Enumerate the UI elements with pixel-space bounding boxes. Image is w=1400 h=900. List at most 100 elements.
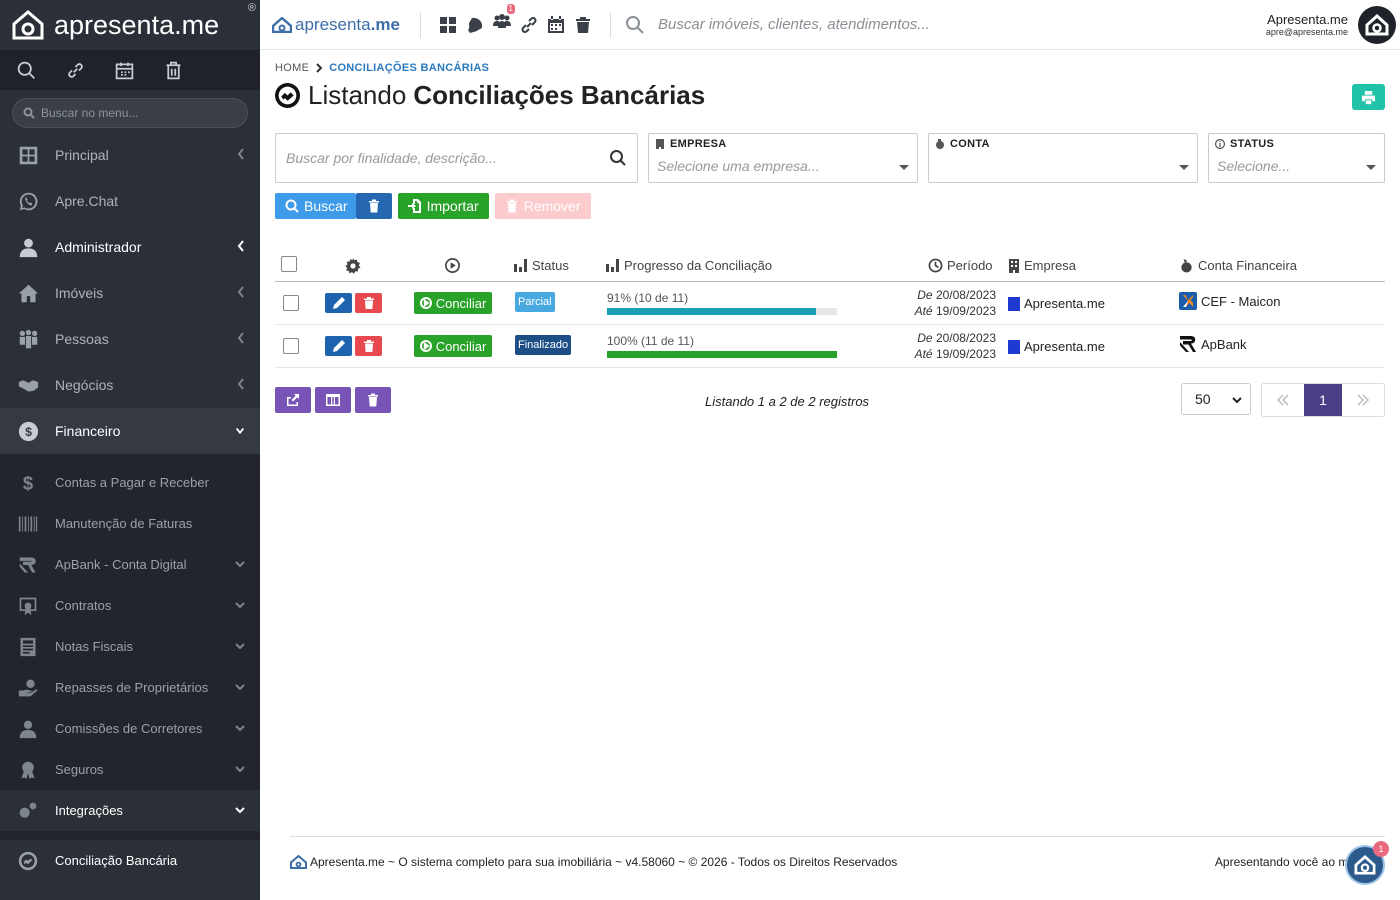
sidebar-item-administrador[interactable]: Administrador: [0, 224, 260, 270]
chevron-down-icon: [235, 602, 245, 609]
company-cell: Apresenta.me: [1008, 339, 1105, 354]
sidebar-subitem-faturas[interactable]: Manutenção de Faturas: [0, 503, 260, 544]
header-progress[interactable]: Progresso da Conciliação: [606, 258, 772, 273]
next-page-button[interactable]: [1342, 384, 1384, 416]
delete-button[interactable]: [355, 336, 382, 356]
trash-icon: [363, 297, 374, 309]
pencil-icon: [332, 340, 345, 352]
avatar[interactable]: [1358, 5, 1396, 44]
page-title: Listando Conciliações Bancárias: [275, 80, 1385, 111]
sidebar: apresenta.me ® Buscar no menu... Princip…: [0, 0, 260, 900]
select-all-checkbox[interactable]: [281, 256, 297, 272]
remove-button[interactable]: Remover: [494, 193, 591, 219]
sidebar-subitem-conciliacao[interactable]: Conciliação Bancária: [0, 840, 260, 881]
columns-button[interactable]: [315, 387, 351, 413]
status-select[interactable]: STATUS Selecione...: [1208, 133, 1385, 183]
breadcrumb-home[interactable]: HOME: [275, 62, 309, 74]
prev-page-button[interactable]: [1262, 384, 1304, 416]
pagination: 1: [1261, 383, 1385, 417]
sidebar-subitem-apbank[interactable]: ApBank - Conta Digital: [0, 544, 260, 585]
conta-select[interactable]: CONTA: [928, 133, 1198, 183]
caret-down-icon: [1366, 165, 1376, 170]
sidebar-subitem-seguros[interactable]: Seguros: [0, 749, 260, 790]
award-icon: [21, 761, 35, 779]
brush-icon[interactable]: [466, 16, 484, 34]
sidebar-brand[interactable]: apresenta.me ®: [0, 0, 260, 50]
user-info[interactable]: Apresenta.me apre@apresenta.me: [1266, 12, 1348, 37]
sidebar-subitem-integracoes[interactable]: Integrações: [0, 790, 260, 831]
search-icon[interactable]: [16, 60, 37, 81]
grid-icon[interactable]: [439, 16, 457, 34]
per-page-select[interactable]: 50: [1181, 383, 1251, 415]
progress-bar: [607, 308, 837, 315]
progress-fill: [607, 351, 837, 358]
sidebar-item-negocios[interactable]: Negócios: [0, 362, 260, 408]
sidebar-subitem-comissoes[interactable]: Comissões de Corretores: [0, 708, 260, 749]
sidebar-subitem-contratos[interactable]: Contratos: [0, 585, 260, 626]
conciliar-button[interactable]: Conciliar: [414, 292, 492, 314]
sidebar-subitem-notas[interactable]: Notas Fiscais: [0, 626, 260, 667]
search-button[interactable]: Buscar: [275, 193, 356, 219]
chat-widget-button[interactable]: 1: [1345, 841, 1389, 885]
account-cell: CEF - Maicon: [1179, 292, 1280, 310]
trash-icon[interactable]: [163, 60, 184, 81]
people-shortcut[interactable]: 1: [493, 4, 515, 36]
bulk-delete-button[interactable]: [355, 387, 391, 413]
search-icon[interactable]: [609, 149, 627, 167]
export-button[interactable]: [275, 387, 311, 413]
page-button-current[interactable]: 1: [1304, 384, 1342, 416]
apbank-icon: [19, 557, 36, 572]
chevron-down-icon: [235, 725, 245, 732]
filter-search-input[interactable]: Buscar por finalidade, descrição...: [275, 133, 638, 183]
header-company[interactable]: Empresa: [1008, 258, 1076, 273]
menu-search-input[interactable]: Buscar no menu...: [12, 98, 248, 128]
row-checkbox[interactable]: [283, 338, 299, 354]
calendar-icon[interactable]: [547, 15, 565, 34]
sidebar-item-financeiro[interactable]: $ Financeiro: [0, 408, 260, 454]
clear-filters-button[interactable]: [355, 193, 392, 219]
chevron-left-icon: [237, 378, 244, 390]
topbar: apresenta .me 1 Buscar imóveis, clientes,…: [260, 0, 1400, 50]
search-icon: [23, 107, 35, 119]
footer: Apresenta.me ~ O sistema completo para s…: [290, 836, 1385, 886]
apresenta-logo-icon: [290, 855, 307, 869]
link-icon[interactable]: [65, 60, 86, 81]
print-button[interactable]: [1352, 84, 1385, 110]
sidebar-item-principal[interactable]: Principal: [0, 132, 260, 178]
delete-button[interactable]: [355, 293, 382, 313]
header-status[interactable]: Status: [514, 258, 569, 273]
conciliations-table: Status Progresso da Conciliação Período …: [275, 248, 1385, 368]
user-icon: [19, 720, 37, 738]
import-button[interactable]: Importar: [397, 193, 489, 219]
calendar-icon[interactable]: [114, 60, 135, 81]
gear-icon: [345, 258, 361, 274]
global-search-input[interactable]: Buscar imóveis, clientes, atendimentos..…: [611, 15, 1266, 34]
topbar-logo[interactable]: apresenta .me: [260, 15, 420, 35]
trash-icon: [368, 199, 379, 213]
play-circle-icon: [445, 258, 460, 273]
sidebar-item-pessoas[interactable]: Pessoas: [0, 316, 260, 362]
sidebar-subitem-repasses[interactable]: Repasses de Proprietários: [0, 667, 260, 708]
sidebar-quick-actions: [0, 50, 260, 90]
link-icon[interactable]: [520, 16, 538, 34]
company-color-swatch: [1008, 339, 1020, 354]
conciliation-icon: [275, 83, 300, 108]
sidebar-item-aprechat[interactable]: Apre.Chat: [0, 178, 260, 224]
chevron-down-icon: [235, 561, 245, 568]
header-period[interactable]: Período: [928, 258, 993, 273]
trash-icon[interactable]: [574, 16, 592, 34]
barcode-icon: [18, 516, 38, 531]
empresa-select[interactable]: EMPRESA Selecione uma empresa...: [648, 133, 918, 183]
piggy-bank-icon: [936, 139, 944, 149]
trash-icon: [506, 199, 517, 213]
header-account[interactable]: Conta Financeira: [1179, 258, 1297, 273]
info-circle-icon: [1215, 139, 1225, 149]
conciliar-button[interactable]: Conciliar: [414, 335, 492, 357]
edit-button[interactable]: [325, 336, 352, 356]
chevron-left-icon: [237, 286, 244, 298]
sidebar-item-imoveis[interactable]: Imóveis: [0, 270, 260, 316]
users-icon: [493, 14, 511, 28]
edit-button[interactable]: [325, 293, 352, 313]
row-checkbox[interactable]: [283, 295, 299, 311]
sidebar-subitem-contas[interactable]: $ Contas a Pagar e Receber: [0, 462, 260, 503]
